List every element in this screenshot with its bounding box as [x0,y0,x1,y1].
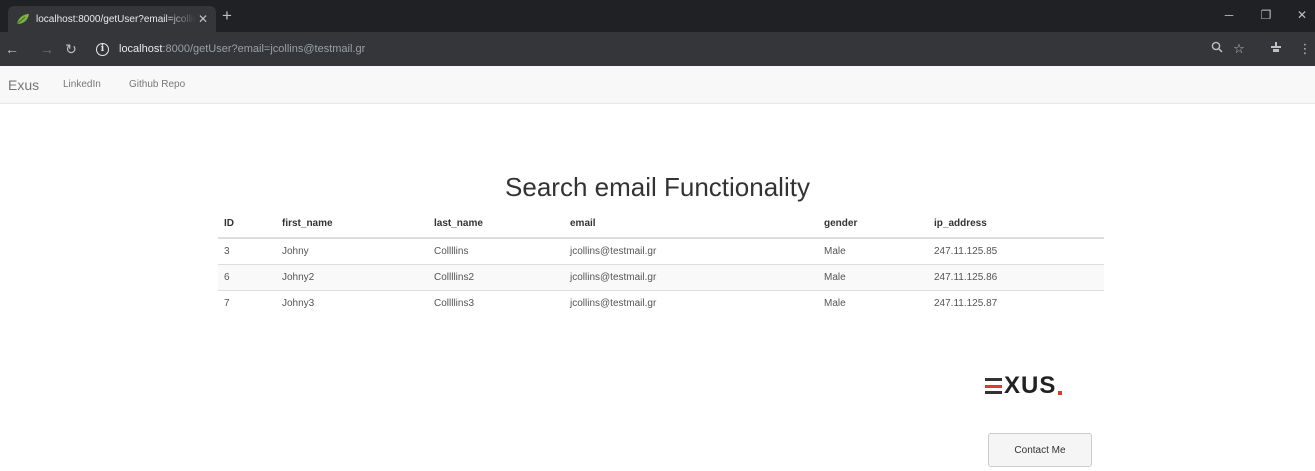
logo-dot [1058,391,1063,395]
navbar-brand[interactable]: Exus [8,77,39,93]
cell-email: jcollins@testmail.gr [564,263,818,290]
leaf-favicon-icon [16,14,29,25]
cell-email: jcollins@testmail.gr [564,237,818,264]
results-table: ID first_name last_name email gender ip_… [218,210,1104,316]
cell-ip-address: 247.11.125.87 [928,289,1104,316]
header-gender: gender [818,210,928,239]
cell-last-name: Collllins2 [428,263,564,290]
extension-icon[interactable] [1268,41,1284,57]
header-id: ID [218,210,276,239]
logo-e-mark [985,378,1002,394]
minimize-icon[interactable]: ─ [1219,7,1239,23]
exus-logo: XUS [985,370,1095,402]
address-bar[interactable]: i localhost:8000/getUser?email=jcollins@… [96,38,1096,60]
header-ip-address: ip_address [928,210,1104,239]
nav-link-github-repo[interactable]: Github Repo [129,79,185,90]
header-last-name: last_name [428,210,564,239]
cell-id: 7 [218,289,276,316]
zoom-icon[interactable] [1209,41,1225,57]
new-tab-icon[interactable]: + [222,7,232,25]
tab-title: localhost:8000/getUser?email=jcollins@te… [36,13,196,25]
info-icon[interactable]: i [96,42,109,56]
browser-tabstrip: localhost:8000/getUser?email=jcollins@te… [0,0,1315,32]
cell-first-name: Johny3 [276,289,428,316]
cell-id: 6 [218,263,276,290]
table-header-row: ID first_name last_name email gender ip_… [218,210,1104,239]
cell-first-name: Johny [276,237,428,264]
cell-gender: Male [818,289,928,316]
logo-text: XUS [1004,372,1057,399]
cell-last-name: Collllins3 [428,289,564,316]
url-host: localhost [119,43,163,55]
back-icon[interactable]: ← [4,41,20,57]
url-path: :8000/getUser?email=jcollins@testmail.gr [162,43,366,55]
bookmark-star-icon[interactable]: ☆ [1231,41,1247,57]
cell-ip-address: 247.11.125.86 [928,263,1104,290]
cell-id: 3 [218,237,276,264]
reload-icon[interactable]: ↻ [63,41,79,57]
table-row: 7 Johny3 Collllins3 jcollins@testmail.gr… [218,289,1104,316]
cell-gender: Male [818,237,928,264]
cell-gender: Male [818,263,928,290]
url-text[interactable]: localhost:8000/getUser?email=jcollins@te… [119,43,365,55]
table-row: 3 Johny Collllins jcollins@testmail.gr M… [218,237,1104,264]
tab-close-icon[interactable]: ✕ [196,12,210,26]
table-row: 6 Johny2 Collllins2 jcollins@testmail.gr… [218,263,1104,290]
header-email: email [564,210,818,239]
site-navbar: Exus LinkedIn Github Repo [0,66,1315,104]
page-title: Search email Functionality [505,172,810,202]
menu-icon[interactable]: ⋮ [1297,41,1313,57]
browser-tab[interactable]: localhost:8000/getUser?email=jcollins@te… [8,6,216,32]
header-first-name: first_name [276,210,428,239]
nav-link-linkedin[interactable]: LinkedIn [63,79,101,90]
browser-toolbar: ← → ↻ i localhost:8000/getUser?email=jco… [0,32,1315,66]
cell-email: jcollins@testmail.gr [564,289,818,316]
cell-last-name: Collllins [428,237,564,264]
forward-icon[interactable]: → [39,41,55,57]
close-icon[interactable]: ✕ [1292,7,1312,23]
maximize-icon[interactable]: ❐ [1256,7,1276,23]
cell-first-name: Johny2 [276,263,428,290]
contact-me-button[interactable]: Contact Me [988,433,1092,467]
cell-ip-address: 247.11.125.85 [928,237,1104,264]
